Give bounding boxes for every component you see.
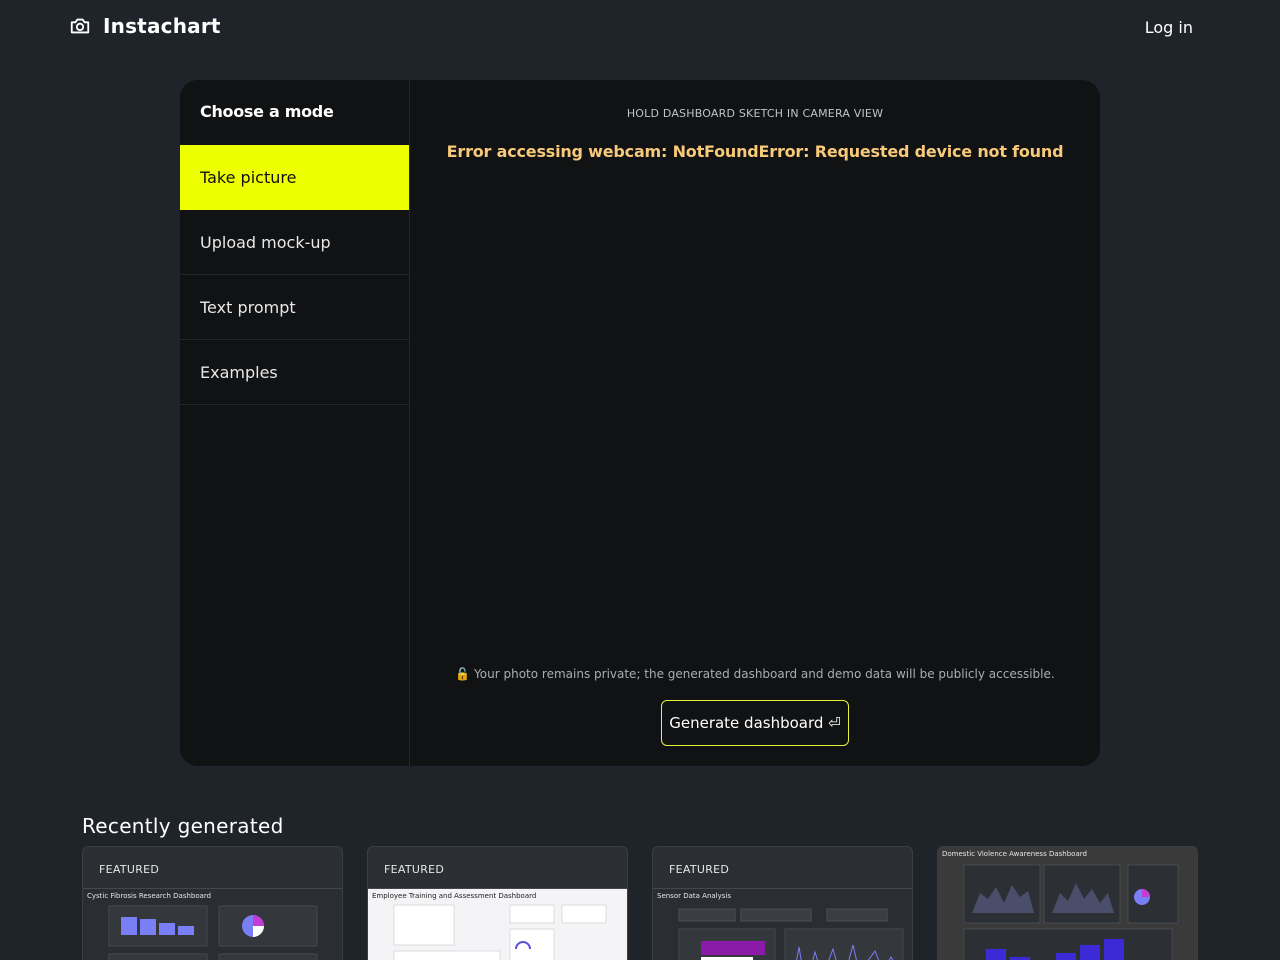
camera-instruction: HOLD DASHBOARD SKETCH IN CAMERA VIEW — [626, 107, 884, 120]
thumbnail-preview — [393, 904, 607, 960]
dashboard-thumbnail: Employee Training and Assessment Dashboa… — [368, 888, 627, 960]
dashboard-thumbnail: Domestic Violence Awareness Dashboard — [938, 847, 1197, 960]
recent-card[interactable]: FEATURED Employee Training and Assessmen… — [367, 846, 628, 960]
thumbnail-preview — [678, 908, 904, 960]
featured-badge: FEATURED — [669, 863, 730, 876]
brand-name: Instachart — [103, 14, 221, 38]
recent-card[interactable]: Domestic Violence Awareness Dashboard — [937, 846, 1198, 960]
mode-sidebar: Choose a mode Take picture Upload mock-u… — [180, 80, 410, 766]
mode-item-take-picture[interactable]: Take picture — [180, 145, 409, 210]
top-bar: Instachart Log in — [0, 0, 1280, 56]
webcam-error-message: Error accessing webcam: NotFoundError: R… — [446, 142, 1064, 161]
mode-panel: Choose a mode Take picture Upload mock-u… — [180, 80, 1100, 766]
brand[interactable]: Instachart — [69, 14, 221, 38]
camera-icon — [70, 18, 90, 34]
thumbnail-title: Sensor Data Analysis — [657, 892, 731, 900]
login-link[interactable]: Log in — [1145, 18, 1193, 37]
thumbnail-preview — [108, 905, 318, 960]
recent-card[interactable]: FEATURED Cystic Fibrosis Research Dashbo… — [82, 846, 343, 960]
recent-card[interactable]: FEATURED Sensor Data Analysis — [652, 846, 913, 960]
camera-area: HOLD DASHBOARD SKETCH IN CAMERA VIEW Err… — [410, 80, 1100, 766]
mode-item-upload-mockup[interactable]: Upload mock-up — [180, 210, 409, 275]
recent-section-title: Recently generated — [82, 814, 284, 838]
thumbnail-preview — [963, 864, 1179, 960]
generate-dashboard-button[interactable]: Generate dashboard ⏎ — [661, 700, 849, 746]
mode-item-text-prompt[interactable]: Text prompt — [180, 275, 409, 340]
thumbnail-title: Domestic Violence Awareness Dashboard — [942, 850, 1087, 858]
thumbnail-title: Employee Training and Assessment Dashboa… — [372, 892, 537, 900]
dashboard-thumbnail: Cystic Fibrosis Research Dashboard — [83, 888, 342, 960]
dashboard-thumbnail: Sensor Data Analysis — [653, 888, 912, 960]
featured-badge: FEATURED — [99, 863, 160, 876]
privacy-note: 🔓 Your photo remains private; the genera… — [455, 667, 1055, 681]
thumbnail-title: Cystic Fibrosis Research Dashboard — [87, 892, 212, 900]
mode-item-examples[interactable]: Examples — [180, 340, 409, 405]
featured-badge: FEATURED — [384, 863, 445, 876]
sidebar-title: Choose a mode — [200, 102, 334, 121]
